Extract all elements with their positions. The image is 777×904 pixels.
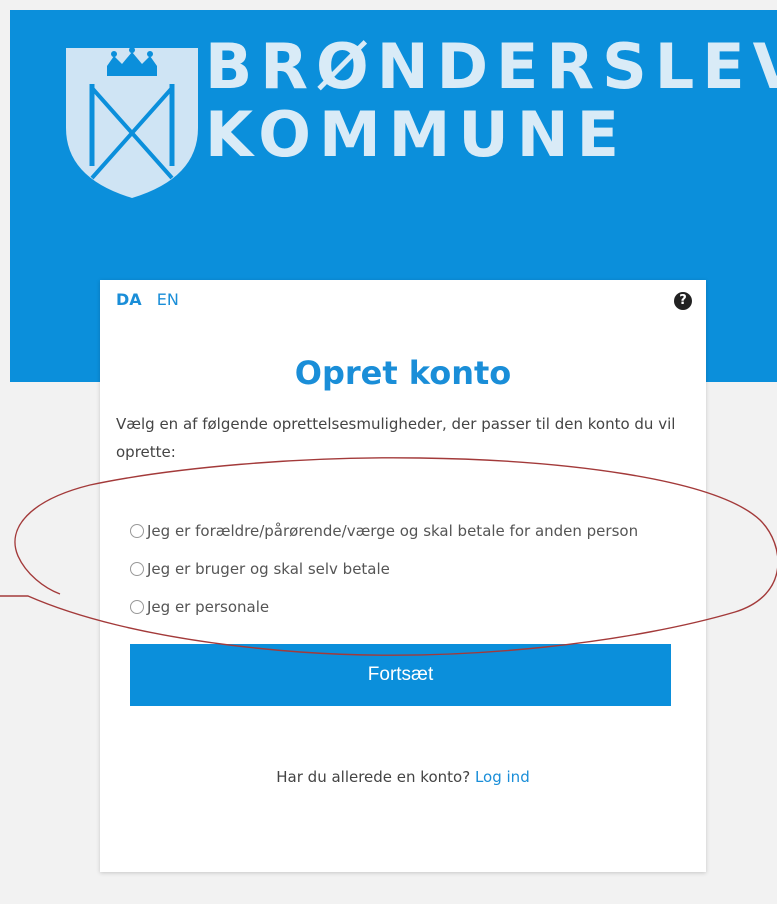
brand-line-1: BRØNDERSLEV [205,30,777,103]
option-user[interactable]: Jeg er bruger og skal selv betale [130,550,638,588]
option-guardian-label: Jeg er forældre/pårørende/værge og skal … [147,522,639,540]
language-da-link[interactable]: DA [116,290,142,309]
login-link[interactable]: Log ind [475,768,530,786]
option-staff-label: Jeg er personale [147,598,270,616]
language-en-link[interactable]: EN [157,290,179,309]
brand-wordmark: BRØNDERSLEV KOMMUNE [205,36,777,166]
option-guardian[interactable]: Jeg er forældre/pårørende/værge og skal … [130,512,638,550]
radio-user[interactable] [130,562,144,576]
coat-of-arms-icon [66,47,198,198]
signup-card: DA EN ? Opret konto Vælg en af følgende … [100,280,706,872]
page: BRØNDERSLEV KOMMUNE DA EN ? Opret konto … [0,0,777,904]
page-title: Opret konto [294,354,512,392]
language-switcher: DA EN [116,290,179,309]
radio-staff[interactable] [130,600,144,614]
option-staff[interactable]: Jeg er personale [130,588,638,626]
brand-line-2: KOMMUNE [205,98,627,171]
question-circle-icon[interactable]: ? [674,292,692,310]
account-type-options: Jeg er forældre/pårørende/værge og skal … [130,512,638,626]
intro-text: Vælg en af følgende oprettelsesmulighede… [116,415,676,461]
continue-button[interactable]: Fortsæt [130,644,671,706]
login-prompt-line: Har du allerede en konto? Log ind [100,768,706,786]
option-user-label: Jeg er bruger og skal selv betale [147,560,390,578]
radio-guardian[interactable] [130,524,144,538]
login-prompt: Har du allerede en konto? [276,768,471,786]
